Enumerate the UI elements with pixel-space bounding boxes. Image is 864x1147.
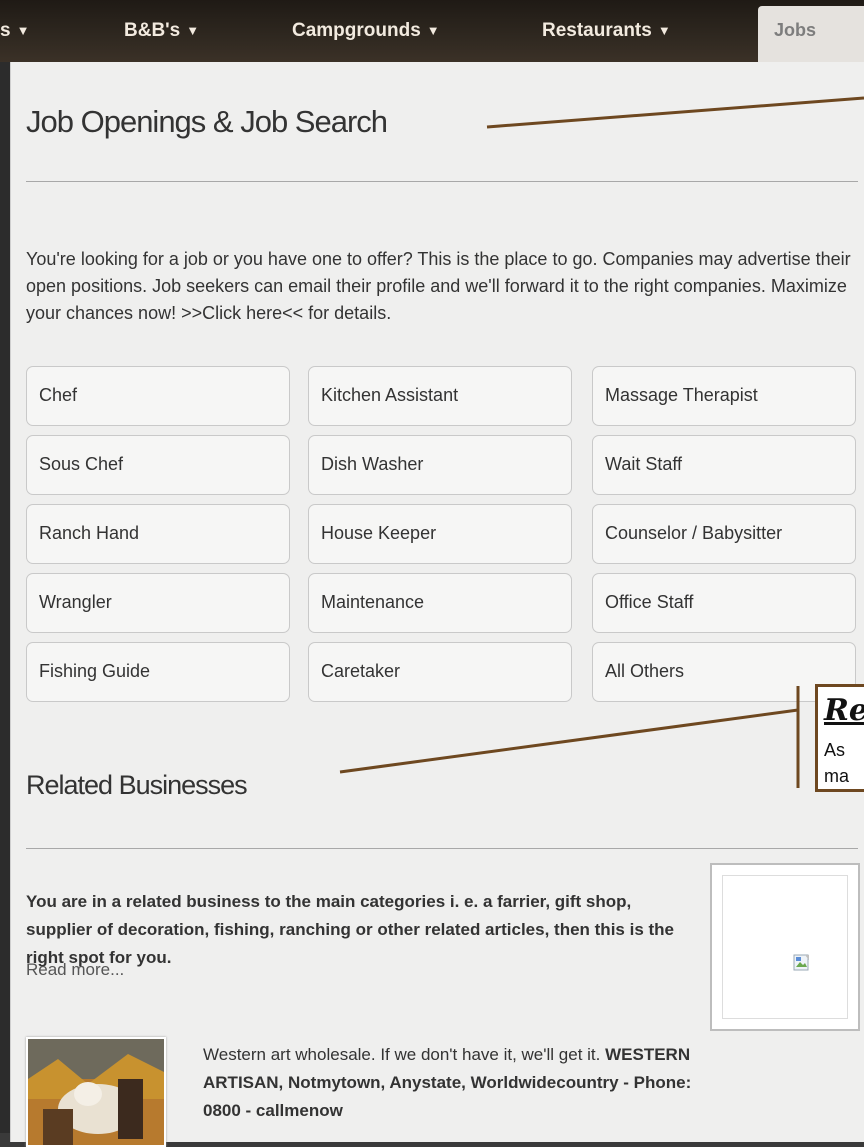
job-category-button[interactable]: Kitchen Assistant — [308, 366, 572, 426]
job-category-label: Dish Washer — [321, 454, 424, 474]
divider — [26, 848, 858, 849]
job-category-label: Office Staff — [605, 592, 694, 612]
callout-title: Re — [824, 693, 864, 728]
jobs-intro-text: You're looking for a job or you have one… — [26, 249, 851, 323]
job-category-button[interactable]: Fishing Guide — [26, 642, 290, 702]
job-category-label: All Others — [605, 661, 685, 681]
broken-image-icon — [793, 954, 809, 971]
ad-image-frame — [722, 875, 848, 1019]
listing-description: Western art wholesale. If we don't have … — [203, 1045, 601, 1064]
job-category-label: Caretaker — [321, 661, 401, 681]
annotation-callout: Re As ma — [815, 684, 864, 792]
nav-item-label: Campgrounds — [292, 20, 421, 41]
job-category-button[interactable]: Wait Staff — [592, 435, 856, 495]
nav-item-label: Jobs — [774, 20, 817, 40]
caret-down-icon: ▼ — [657, 23, 671, 38]
business-listing: Western art wholesale. If we don't have … — [203, 1041, 723, 1125]
callout-line: ma — [824, 766, 850, 786]
job-category-label: Wrangler — [39, 592, 112, 612]
job-category-button[interactable]: Massage Therapist — [592, 366, 856, 426]
job-category-button[interactable]: Sous Chef — [26, 435, 290, 495]
job-category-button[interactable]: House Keeper — [308, 504, 572, 564]
divider — [26, 181, 858, 182]
callout-body: As ma — [824, 737, 849, 789]
callout-line: As — [824, 740, 846, 760]
western-art-thumbnail[interactable] — [26, 1037, 166, 1147]
caret-down-icon: ▼ — [186, 23, 200, 38]
job-category-label: Fishing Guide — [39, 661, 151, 681]
caret-down-icon: ▼ — [16, 23, 30, 38]
nav-item-label: Restaurants — [542, 20, 652, 41]
job-category-button[interactable]: Office Staff — [592, 573, 856, 633]
ad-image-box[interactable] — [710, 863, 860, 1031]
nav-item-truncated[interactable]: s ▼ — [0, 20, 29, 42]
nav-item-restaurants[interactable]: Restaurants ▼ — [542, 20, 671, 42]
read-more-link[interactable]: Read more... — [26, 960, 124, 980]
job-category-label: Massage Therapist — [605, 385, 758, 405]
job-category-button[interactable]: Counselor / Babysitter — [592, 504, 856, 564]
nav-item-jobs[interactable]: Jobs — [758, 6, 864, 62]
job-category-button[interactable]: Ranch Hand — [26, 504, 290, 564]
page-title: Job Openings & Job Search — [26, 104, 388, 139]
nav-item-label: s — [0, 20, 11, 41]
job-category-label: Kitchen Assistant — [321, 385, 459, 405]
horse-rider-image — [28, 1039, 164, 1145]
related-businesses-title: Related Businesses — [26, 770, 248, 800]
job-category-label: Wait Staff — [605, 454, 683, 474]
caret-down-icon: ▼ — [426, 23, 440, 38]
job-category-button[interactable]: Caretaker — [308, 642, 572, 702]
job-category-button[interactable]: Dish Washer — [308, 435, 572, 495]
job-category-label: Ranch Hand — [39, 523, 140, 543]
job-category-label: Maintenance — [321, 592, 425, 612]
nav-item-label: B&B's — [124, 20, 181, 41]
job-category-label: Chef — [39, 385, 78, 405]
job-category-button[interactable]: Maintenance — [308, 573, 572, 633]
job-category-label: House Keeper — [321, 523, 437, 543]
top-navigation-bar: s ▼ B&B's ▼ Campgrounds ▼ Restaurants ▼ Jobs — [0, 0, 864, 62]
left-edge — [0, 62, 10, 1133]
job-category-label: Sous Chef — [39, 454, 124, 474]
job-category-button[interactable]: Chef — [26, 366, 290, 426]
nav-item-campgrounds[interactable]: Campgrounds ▼ — [292, 20, 440, 42]
job-category-button[interactable]: Wrangler — [26, 573, 290, 633]
job-category-label: Counselor / Babysitter — [605, 523, 783, 543]
nav-item-bnbs[interactable]: B&B's ▼ — [124, 20, 199, 42]
